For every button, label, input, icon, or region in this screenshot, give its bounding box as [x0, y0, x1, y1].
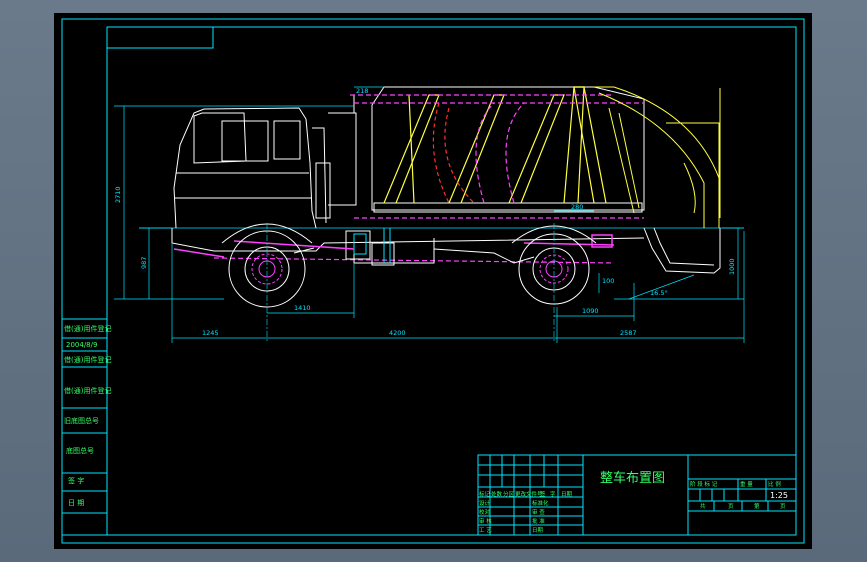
- tb-word: 字: [550, 490, 556, 498]
- dim-rear-low: 100: [602, 277, 614, 285]
- rear-loader: [594, 86, 721, 228]
- tb-check: 校对: [479, 508, 491, 516]
- side-row-5: 底图总号: [66, 446, 94, 455]
- side-row-4: 旧底图总号: [64, 416, 99, 425]
- stage-mark-label: 阶 段 标 记: [690, 480, 718, 488]
- cab: [173, 107, 331, 229]
- footer-page-2: 页: [780, 503, 786, 510]
- tb-standard: 标准化: [532, 499, 549, 507]
- footer-total: 共: [700, 502, 706, 510]
- tb-date2: 日期: [532, 527, 544, 534]
- tb-process: 工 艺: [479, 527, 492, 534]
- cad-viewport[interactable]: 借(通)用件登记 2004/8/9 借(通)用件登记 借(通)用件登记 旧底图总…: [0, 0, 867, 562]
- drawing-scale: 1:25: [770, 491, 788, 500]
- side-row-7: 日 期: [68, 499, 84, 507]
- side-row-0: 借(通)用件登记: [64, 324, 111, 333]
- tb-mark: 标记: [479, 490, 491, 498]
- tb-date: 日期: [561, 491, 573, 498]
- dim-body-top: 218: [356, 87, 368, 95]
- compactor-body: [328, 86, 645, 213]
- code-box: [106, 26, 214, 49]
- section-lines: [432, 102, 475, 204]
- tb-zone: 分区: [503, 490, 515, 498]
- dim-rear-axle-offset: 1090: [582, 307, 599, 315]
- tb-review: 审 查: [532, 508, 545, 516]
- dim-wheelbase: 4200: [389, 329, 406, 337]
- tb-sign: 签: [540, 490, 546, 498]
- dim-overall-height: 2710: [114, 186, 122, 203]
- weight-label: 重 量: [740, 480, 753, 488]
- dim-front-overhang: 1245: [202, 329, 219, 337]
- dim-wheel-height: 987: [140, 257, 148, 269]
- side-row-2: 借(通)用件登记: [64, 355, 111, 364]
- footer-nth: 第: [754, 502, 760, 510]
- tb-approve: 批 准: [532, 517, 545, 525]
- side-row-1: 2004/8/9: [66, 341, 97, 349]
- footer-page-1: 页: [728, 503, 734, 510]
- dim-hopper-gap: 280: [571, 203, 583, 211]
- dim-departure-angle: 16.5°: [650, 289, 668, 297]
- dim-rear-height: 1000: [728, 258, 736, 275]
- drawing-canvas[interactable]: 借(通)用件登记 2004/8/9 借(通)用件登记 借(通)用件登记 旧底图总…: [54, 13, 812, 549]
- tb-count: 处数: [491, 490, 503, 498]
- tb-audit: 审 核: [479, 517, 492, 525]
- tb-change: 更改文件号: [515, 490, 543, 498]
- outer-frame: [61, 18, 805, 544]
- side-row-3: 借(通)用件登记: [64, 386, 111, 395]
- body-bracing: [383, 86, 607, 204]
- side-row-6: 签 字: [68, 476, 84, 485]
- dim-wheelbase-front: 1410: [294, 304, 311, 312]
- rear-hatch: [643, 227, 721, 274]
- ratio-label: 比 例: [768, 480, 781, 488]
- drawing-sheet[interactable]: 借(通)用件登记 2004/8/9 借(通)用件登记 借(通)用件登记 旧底图总…: [54, 13, 812, 549]
- dim-rear-overhang: 2587: [620, 329, 637, 337]
- truck-drawing: 2710 987 218 280 1410 1245 4200 2587 109…: [114, 86, 745, 343]
- drawing-title: 整车布置图: [600, 470, 665, 486]
- tb-design: 设计: [479, 499, 491, 507]
- dimension-lines: [114, 86, 745, 343]
